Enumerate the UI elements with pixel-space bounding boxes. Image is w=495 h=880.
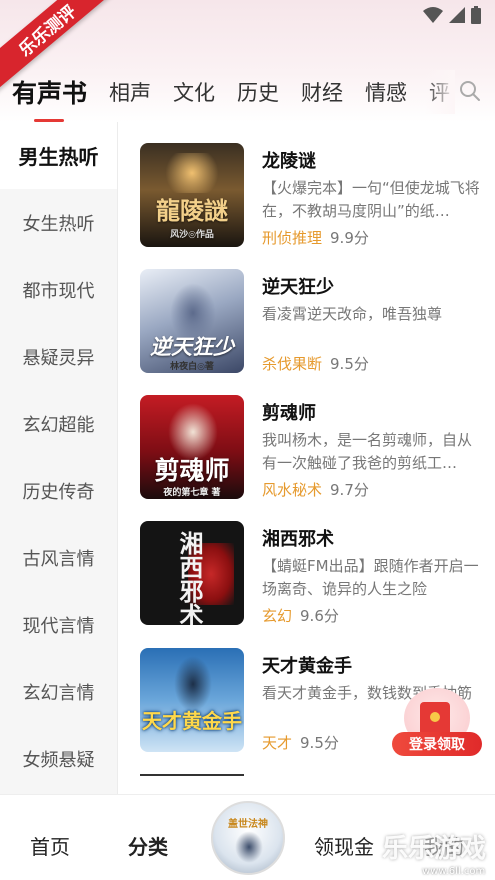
book-cover[interactable]: 天才黄金手 [140,648,244,752]
book-description: 【火爆完本】一句“但使龙城飞将在，不教胡马度阴山”的纸… [262,179,480,220]
tab-audiobook[interactable]: 有声书 [12,74,87,122]
list-item[interactable]: 剪魂师 夜的第七章 著 剪魂师 我叫杨木，是一名剪魂师，自从有一次触碰了我爸的剪… [140,395,490,501]
sidebar-item-female-suspense[interactable]: 女频悬疑 [0,725,117,792]
login-claim-button[interactable]: 登录领取 [392,732,482,756]
site-watermark: 乐乐游戏 www.6ll.com [382,828,495,880]
book-tag: 风水秘术 [262,481,323,499]
book-tag: 玄幻 [262,607,293,625]
signal-icon [449,7,465,23]
category-sidebar: 男生热听 女生热听 都市现代 悬疑灵异 玄幻超能 历史传奇 古风言情 现代言情 … [0,122,118,794]
list-item[interactable]: 龍陵謎 风沙◎作品 龙陵谜 【火爆完本】一句“但使龙城飞将在，不教胡马度阴山”的… [140,143,490,249]
player-cover-art [235,831,263,863]
category-tabs: 有声书 相声 文化 历史 财经 情感 评 [0,70,495,122]
sidebar-item-male-hot[interactable]: 男生热听 [0,122,117,189]
sidebar-item-ancient-romance[interactable]: 古风言情 [0,524,117,591]
book-description: 我叫杨木，是一名剪魂师，自从有一次触碰了我爸的剪纸工… [262,431,473,472]
book-score: 9.6分 [300,607,339,625]
nav-category[interactable]: 分类 [128,831,168,860]
watermark-text: 乐乐游戏 [382,834,487,864]
book-tag: 杀伐果断 [262,355,323,373]
sidebar-item-urban[interactable]: 都市现代 [0,256,117,323]
book-cover[interactable]: 剪魂师 夜的第七章 著 [140,395,244,499]
book-score: 9.7分 [330,481,369,499]
book-tag: 天才 [262,734,293,752]
book-cover[interactable]: 湘西邪术 [140,521,244,625]
sidebar-item-suspense[interactable]: 悬疑灵异 [0,323,117,390]
book-title[interactable]: 龙陵谜 [262,147,316,173]
wifi-icon [423,7,443,23]
list-item[interactable]: 逆天狂少 林夜白◎著 逆天狂少 看凌霄逆天改命，唯吾独尊 杀伐果断 9.5分 [140,269,490,375]
red-packet-widget[interactable]: 登录领取 [392,688,484,758]
red-envelope-icon [420,702,450,736]
nav-earn-cash[interactable]: 领现金 [314,831,374,860]
nav-home[interactable]: 首页 [30,831,70,860]
sidebar-item-historical[interactable]: 历史传奇 [0,457,117,524]
book-tag: 刑侦推理 [262,229,323,247]
book-title[interactable]: 剪魂师 [262,399,316,425]
sidebar-item-fantasy[interactable]: 玄幻超能 [0,390,117,457]
book-cover[interactable]: 龍陵謎 风沙◎作品 [140,143,244,247]
book-score: 9.5分 [330,355,369,373]
book-score: 9.5分 [300,734,339,752]
book-title[interactable]: 湘西邪术 [262,525,334,551]
tab-crosstalk[interactable]: 相声 [109,77,151,107]
tab-history[interactable]: 历史 [237,77,279,107]
list-item[interactable]: 湘西邪术 湘西邪术 【蜻蜓FM出品】跟随作者开启一场离奇、诡异的人生之险 玄幻 9… [140,521,490,627]
sidebar-item-modern-romance[interactable]: 现代言情 [0,591,117,658]
tab-finance[interactable]: 财经 [301,77,343,107]
watermark-url: www.6ll.com [422,866,486,877]
search-button[interactable] [457,78,483,104]
book-title[interactable]: 天才黄金手 [262,652,352,678]
sidebar-item-fantasy-romance[interactable]: 玄幻言情 [0,658,117,725]
search-icon [460,81,480,101]
sidebar-item-female-hot[interactable]: 女生热听 [0,189,117,256]
player-cover-title: 盖世法神 [228,819,268,830]
book-title[interactable]: 逆天狂少 [262,273,334,299]
book-cover[interactable]: 逆天狂少 林夜白◎著 [140,269,244,373]
battery-icon [471,6,481,24]
tab-emotion[interactable]: 情感 [365,77,407,107]
nav-center-player[interactable]: 盖世法神 [211,801,285,875]
book-description: 看凌霄逆天改命，唯吾独尊 [262,305,443,323]
tab-culture[interactable]: 文化 [173,77,215,107]
book-score: 9.9分 [330,229,369,247]
book-description: 【蜻蜓FM出品】跟随作者开启一场离奇、诡异的人生之险 [262,557,479,598]
